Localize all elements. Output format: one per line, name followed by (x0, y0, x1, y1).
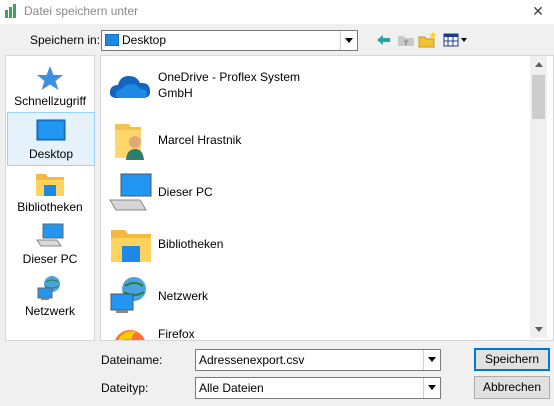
lookin-dropdown[interactable]: Desktop (101, 30, 358, 51)
place-libraries[interactable]: Bibliotheken (7, 166, 93, 218)
new-folder-icon[interactable] (418, 30, 438, 50)
place-quick-access[interactable]: Schnellzugriff (7, 60, 93, 112)
title-bar: Datei speichern unter ✕ (0, 0, 554, 24)
chevron-down-icon[interactable] (423, 350, 440, 370)
place-label: Bibliotheken (17, 200, 83, 214)
list-item-user[interactable]: Marcel Hrastnik (101, 114, 529, 164)
folder-icon (35, 170, 65, 198)
filename-input[interactable]: Adressenexport.csv (195, 349, 441, 371)
filename-value: Adressenexport.csv (199, 353, 305, 367)
firefox-icon (107, 322, 153, 340)
computer-icon (35, 222, 65, 250)
place-label: Dieser PC (22, 252, 78, 266)
places-bar: Schnellzugriff Desktop Bibliotheken Dies… (5, 55, 95, 341)
save-button[interactable]: Speichern (474, 348, 550, 371)
place-network[interactable]: Netzwerk (7, 270, 93, 322)
scroll-down-icon[interactable] (530, 321, 547, 338)
filetype-label: Dateityp: (101, 381, 149, 395)
file-label-line2: GmbH (158, 86, 193, 100)
view-menu-icon[interactable] (442, 30, 470, 50)
chevron-down-icon[interactable] (423, 378, 440, 398)
place-this-pc[interactable]: Dieser PC (7, 218, 93, 270)
cancel-button[interactable]: Abbrechen (474, 376, 550, 399)
up-folder-icon[interactable] (396, 30, 416, 50)
list-item-network[interactable]: Netzwerk (101, 270, 529, 320)
lookin-label: Speichern in: (30, 33, 101, 47)
place-desktop[interactable]: Desktop (7, 112, 95, 166)
close-button[interactable]: ✕ (526, 1, 550, 21)
list-item-onedrive[interactable]: OneDrive - Proflex System GmbH (101, 60, 529, 110)
scroll-up-icon[interactable] (530, 56, 547, 73)
window-title: Datei speichern unter (24, 4, 139, 18)
network-icon (107, 274, 153, 318)
file-list[interactable]: OneDrive - Proflex System GmbH Marcel Hr… (100, 55, 554, 341)
desktop-icon (104, 33, 120, 47)
folder-icon (107, 222, 153, 266)
app-icon (5, 4, 19, 18)
list-item-firefox[interactable]: Firefox (101, 318, 529, 341)
list-item-this-pc[interactable]: Dieser PC (101, 166, 529, 216)
lookin-value: Desktop (122, 33, 167, 47)
file-label: Firefox (158, 327, 195, 341)
file-label: Netzwerk (158, 289, 209, 303)
scroll-thumb[interactable] (532, 75, 545, 119)
place-label: Schnellzugriff (14, 94, 86, 108)
user-folder-icon (107, 118, 153, 162)
file-label-line1: OneDrive - Proflex System (158, 70, 301, 84)
network-icon (35, 274, 65, 302)
filename-label: Dateiname: (101, 353, 163, 367)
place-label: Desktop (28, 147, 74, 161)
computer-icon (107, 170, 153, 214)
scrollbar[interactable] (530, 56, 547, 338)
file-label: Marcel Hrastnik (158, 133, 242, 147)
filetype-value: Alle Dateien (199, 381, 264, 395)
file-label: Bibliotheken (158, 237, 224, 251)
file-label: OneDrive - Proflex System GmbH (158, 69, 300, 101)
file-label: Dieser PC (158, 185, 213, 199)
back-icon[interactable] (374, 30, 394, 50)
filetype-select[interactable]: Alle Dateien (195, 377, 441, 399)
cloud-icon (107, 64, 153, 108)
place-label: Netzwerk (24, 304, 75, 318)
chevron-down-icon[interactable] (340, 31, 357, 50)
star-icon (35, 64, 65, 92)
list-item-libraries[interactable]: Bibliotheken (101, 218, 529, 268)
desktop-icon (36, 117, 66, 145)
